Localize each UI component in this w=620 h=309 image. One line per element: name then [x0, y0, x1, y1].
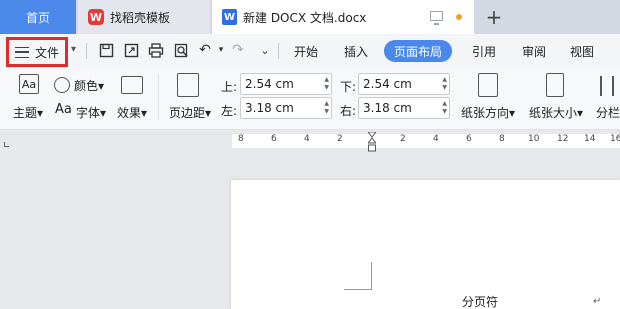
ruler-tick: 4	[304, 134, 310, 144]
page-layout-ribbon: Aa 主题▾ 颜色▾ Aa 字体▾ 效果▾ 页边距▾ 上: 2.54 cm ▲ ▼…	[0, 68, 620, 130]
tab-view[interactable]: 视图	[567, 40, 597, 62]
right-margin-field[interactable]: 3.18 cm ▲ ▼	[358, 97, 450, 119]
save-icon[interactable]	[97, 41, 115, 59]
ruler-tick: 6	[466, 134, 472, 144]
palette-icon	[54, 77, 70, 93]
print-preview-icon[interactable]	[172, 41, 190, 59]
monitor-icon[interactable]	[430, 11, 443, 25]
columns-label: 分栏	[596, 106, 620, 120]
right-margin-value: 3.18 cm	[363, 101, 412, 115]
paper-size-label: 纸张大小▾	[529, 106, 584, 120]
more-options-icon[interactable]: ⌄	[256, 41, 274, 59]
margins-icon	[177, 73, 199, 97]
orientation-icon	[478, 73, 498, 97]
tab-document-label: 新建 DOCX 文档.docx	[243, 10, 367, 25]
columns-icon	[600, 76, 614, 96]
undo-dropdown-icon[interactable]: ▾	[212, 41, 230, 59]
title-tab-bar: 首页 W 找稻壳模板 W 新建 DOCX 文档.docx +	[0, 0, 620, 34]
file-menu-button[interactable]: 文件	[6, 37, 68, 67]
ruler-tick: 2	[400, 134, 406, 144]
tab-references[interactable]: 引用	[469, 40, 499, 62]
ruler-tick: 10	[528, 134, 540, 144]
effects-icon	[121, 76, 143, 94]
top-margin-label: 上:	[221, 80, 238, 94]
main-toolbar: 文件 ▾ ↶ ▾ ↷ ⌄ 开始 插入 页面布局 引用 审阅 视图	[0, 34, 620, 68]
divider	[86, 43, 87, 59]
tab-insert[interactable]: 插入	[341, 40, 371, 62]
bottom-margin-value: 2.54 cm	[363, 77, 412, 91]
spinner-icon[interactable]: ▲ ▼	[442, 76, 447, 92]
theme-icon: Aa	[19, 74, 39, 94]
margin-corner-mark	[344, 262, 372, 290]
writer-logo-icon: W	[222, 9, 237, 25]
tab-template[interactable]: W 找稻壳模板	[78, 0, 210, 34]
new-tab-button[interactable]: +	[482, 4, 506, 30]
ruler-tick: 4	[433, 134, 439, 144]
ruler-tick: 8	[238, 134, 244, 144]
divider	[158, 74, 159, 120]
bottom-margin-label: 下:	[340, 80, 357, 94]
page-break-text[interactable]: 分页符	[462, 293, 498, 309]
ruler-tick: 8	[499, 134, 505, 144]
top-margin-field[interactable]: 2.54 cm ▲ ▼	[240, 73, 332, 95]
divider	[278, 43, 279, 59]
margins-label: 页边距▾	[169, 106, 212, 120]
font-icon: Aa	[55, 102, 72, 117]
left-margin-label: 左:	[221, 104, 238, 118]
tab-home[interactable]: 首页	[0, 0, 76, 34]
paper-size-icon	[546, 73, 564, 97]
top-margin-value: 2.54 cm	[245, 77, 294, 91]
redo-icon[interactable]: ↷	[229, 41, 247, 59]
orientation-label: 纸张方向▾	[461, 106, 516, 120]
export-icon[interactable]	[122, 41, 140, 59]
left-margin-field[interactable]: 3.18 cm ▲ ▼	[240, 97, 332, 119]
print-icon[interactable]	[147, 41, 165, 59]
indent-marker-icon[interactable]	[368, 132, 376, 152]
ruler-tick: 12	[557, 134, 569, 144]
fonts-label: 字体▾	[76, 106, 107, 120]
spinner-icon[interactable]: ▲ ▼	[324, 100, 329, 116]
document-page[interactable]	[231, 180, 620, 309]
spinner-icon[interactable]: ▲ ▼	[324, 76, 329, 92]
ruler-tick: 16	[610, 134, 620, 144]
ruler-tick: 6	[271, 134, 277, 144]
bottom-margin-field[interactable]: 2.54 cm ▲ ▼	[358, 73, 450, 95]
tab-page-layout[interactable]: 页面布局	[384, 40, 453, 62]
right-margin-label: 右:	[340, 104, 357, 118]
ruler-tick: 2	[337, 134, 343, 144]
theme-label: 主题▾	[13, 106, 44, 120]
hamburger-icon	[15, 46, 29, 58]
effects-label: 效果▾	[117, 106, 148, 120]
chevron-down-icon[interactable]: ▾	[71, 44, 76, 55]
tab-template-label: 找稻壳模板	[110, 10, 171, 25]
paragraph-mark-icon: ↵	[593, 296, 602, 307]
ruler-tick: 14	[584, 134, 596, 144]
left-margin-value: 3.18 cm	[245, 101, 294, 115]
spinner-icon[interactable]: ▲ ▼	[442, 100, 447, 116]
tab-stop-icon[interactable]	[4, 142, 9, 147]
unsaved-dot-icon	[456, 14, 462, 20]
horizontal-ruler[interactable]: 8 6 4 2 2 4 6 8 10 12 14 16	[232, 134, 620, 148]
colors-label: 颜色▾	[74, 79, 105, 93]
tab-review[interactable]: 审阅	[519, 40, 549, 62]
tab-start[interactable]: 开始	[291, 40, 321, 62]
file-menu-label: 文件	[35, 45, 60, 60]
docer-logo-icon: W	[88, 9, 104, 25]
